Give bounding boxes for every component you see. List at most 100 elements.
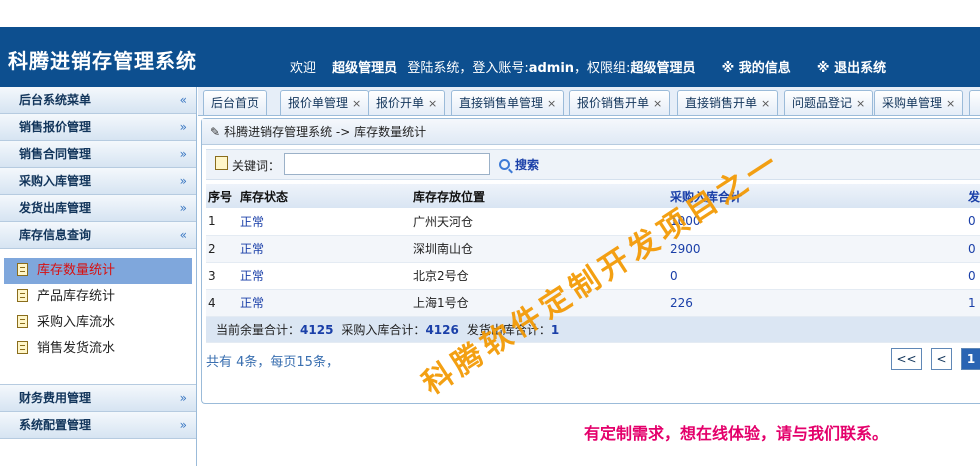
close-icon[interactable]: × — [653, 97, 662, 110]
close-icon[interactable]: × — [761, 97, 770, 110]
tab-1[interactable]: 报价单管理 × — [280, 90, 370, 115]
welcome-text: 欢迎 — [290, 61, 317, 76]
tab-6[interactable]: 问题品登记 × — [784, 90, 874, 115]
role-text: ，权限组: — [574, 61, 631, 76]
tab-7[interactable]: 采购单管理 × — [874, 90, 964, 115]
table-row: 4 正常 上海1号仓 226 1 — [206, 289, 980, 317]
page-1-button[interactable]: 1 — [961, 348, 980, 370]
tab-overflow[interactable] — [969, 90, 980, 115]
breadcrumb: ✎ 科腾进销存管理系统 -> 库存数量统计 — [202, 119, 980, 145]
menu-label: 系统配置管理 — [19, 418, 92, 432]
tab-label: 后台首页 — [211, 96, 260, 110]
totals-cell: 当前余量合计：4125 采购入库合计：4126 发货出库合计：1 — [206, 316, 980, 343]
keyword-label: 关键词： — [232, 159, 281, 173]
app-title: 科腾进销存管理系统 — [8, 49, 197, 73]
table-cell: 正常 — [238, 289, 411, 317]
document-icon — [17, 289, 28, 302]
chevron-down-icon: » — [179, 201, 187, 215]
app-header: 科腾进销存管理系统 欢迎 超级管理员 登陆系统，登入账号:admin，权限组:超… — [0, 27, 980, 87]
total-ship-label: 发货出库合计： — [466, 322, 551, 337]
document-icon — [17, 341, 28, 354]
menu-top-2[interactable]: 采购入库管理 » — [0, 168, 196, 195]
prev-page-button[interactable]: < — [931, 348, 952, 370]
table-cell: 0 — [668, 262, 966, 290]
table-cell: 3 — [206, 262, 238, 290]
tab-2[interactable]: 报价开单 × — [368, 90, 446, 115]
menu-top-3[interactable]: 发货出库管理 » — [0, 195, 196, 222]
tab-4[interactable]: 报价销售开单 × — [569, 90, 671, 115]
menu-label: 库存信息查询 — [19, 228, 92, 242]
breadcrumb-icon: ✎ — [210, 125, 221, 139]
search-icon — [499, 159, 510, 170]
col-header-index: 序号 — [206, 184, 238, 208]
sidebar-title-label: 后台系统菜单 — [19, 93, 92, 107]
menu-top-0[interactable]: 销售报价管理 » — [0, 114, 196, 141]
chevron-down-icon: » — [179, 120, 187, 134]
total-purchase-value: 4126 — [425, 322, 459, 337]
menu-label: 销售报价管理 — [19, 120, 92, 134]
total-purchase-label: 采购入库合计： — [341, 322, 426, 337]
sidebar-title[interactable]: 后台系统菜单 « — [0, 87, 196, 114]
chevron-down-icon: » — [179, 418, 187, 432]
content-panel: ✎ 科腾进销存管理系统 -> 库存数量统计 关键词： 搜索 序号 库存状态 库存存… — [201, 118, 980, 404]
table-cell: 深圳南山仓 — [411, 235, 668, 263]
chevron-down-icon: » — [179, 147, 187, 161]
contact-banner: 有定制需求，想在线体验，请与我们联系。 — [584, 424, 889, 443]
totals-row: 当前余量合计：4125 采购入库合计：4126 发货出库合计：1 — [206, 316, 980, 343]
menu-bottom-0[interactable]: 财务费用管理 » — [0, 385, 196, 412]
my-info-link[interactable]: ※ 我的信息 — [722, 61, 791, 76]
sidebar-item-label: 采购入库流水 — [37, 315, 116, 330]
menu-inventory-query[interactable]: 库存信息查询 « — [0, 222, 196, 249]
tab-5[interactable]: 直接销售开单 × — [677, 90, 779, 115]
menu-label: 采购入库管理 — [19, 174, 92, 188]
sidebar-item-2[interactable]: 采购入库流水 — [0, 310, 196, 336]
menu-label: 销售合同管理 — [19, 147, 92, 161]
tab-label: 报价单管理 — [288, 96, 349, 110]
menu-bottom-1[interactable]: 系统配置管理 » — [0, 412, 196, 439]
tab-3[interactable]: 直接销售单管理 × — [451, 90, 565, 115]
tab-0[interactable]: 后台首页 — [203, 90, 268, 115]
sidebar-item-0[interactable]: 库存数量统计 — [4, 258, 192, 284]
tab-bar: 后台首页 报价单管理 × 报价开单 × 直接销售单管理 × 报价销售开单 × 直接销售开单 × 问题品… — [198, 87, 980, 116]
close-icon[interactable]: × — [856, 97, 865, 110]
table-row: 2 正常 深圳南山仓 2900 0 — [206, 235, 980, 263]
table-row: 1 正常 广州天河仓 1000 0 — [206, 208, 980, 236]
tab-label: 问题品登记 — [792, 96, 853, 110]
menu-top-1[interactable]: 销售合同管理 » — [0, 141, 196, 168]
table-cell: 0 — [966, 208, 980, 236]
col-header-purchase-total[interactable]: 采购入库合计 — [668, 184, 966, 208]
menu-label: 财务费用管理 — [19, 391, 92, 405]
close-icon[interactable]: × — [946, 97, 955, 110]
search-button-label: 搜索 — [515, 158, 540, 172]
search-button[interactable]: 搜索 — [499, 156, 539, 173]
table-row: 3 正常 北京2号仓 0 0 — [206, 262, 980, 290]
table-cell: 0 — [966, 235, 980, 263]
chevron-down-icon: » — [179, 174, 187, 188]
sidebar-item-label: 产品库存统计 — [37, 289, 116, 304]
logout-link[interactable]: ※ 退出系统 — [817, 61, 886, 76]
close-icon[interactable]: × — [352, 97, 361, 110]
table-cell: 正常 — [238, 262, 411, 290]
table-cell: 2 — [206, 235, 238, 263]
table-cell: 1 — [206, 208, 238, 236]
table-cell: 广州天河仓 — [411, 208, 668, 236]
close-icon[interactable]: × — [428, 97, 437, 110]
tab-label: 报价开单 — [376, 96, 425, 110]
pager-info: 共有 4条，每页15条， — [206, 355, 339, 370]
collapse-sidebar-icon[interactable]: « — [180, 87, 187, 113]
keyword-input[interactable] — [284, 153, 490, 175]
table-cell: 北京2号仓 — [411, 262, 668, 290]
col-header-ship-total[interactable]: 发 — [966, 184, 980, 208]
keyword-icon — [215, 156, 228, 170]
sidebar-item-1[interactable]: 产品库存统计 — [0, 284, 196, 310]
tab-label: 报价销售开单 — [577, 96, 650, 110]
sidebar-item-3[interactable]: 销售发货流水 — [0, 336, 196, 362]
role-name: 超级管理员 — [630, 61, 696, 76]
close-icon[interactable]: × — [547, 97, 556, 110]
chevron-down-icon: » — [179, 391, 187, 405]
first-page-button[interactable]: << — [891, 348, 922, 370]
table-cell: 2900 — [668, 235, 966, 263]
table-cell: 1000 — [668, 208, 966, 236]
table-cell: 226 — [668, 289, 966, 317]
table-cell: 1 — [966, 289, 980, 317]
